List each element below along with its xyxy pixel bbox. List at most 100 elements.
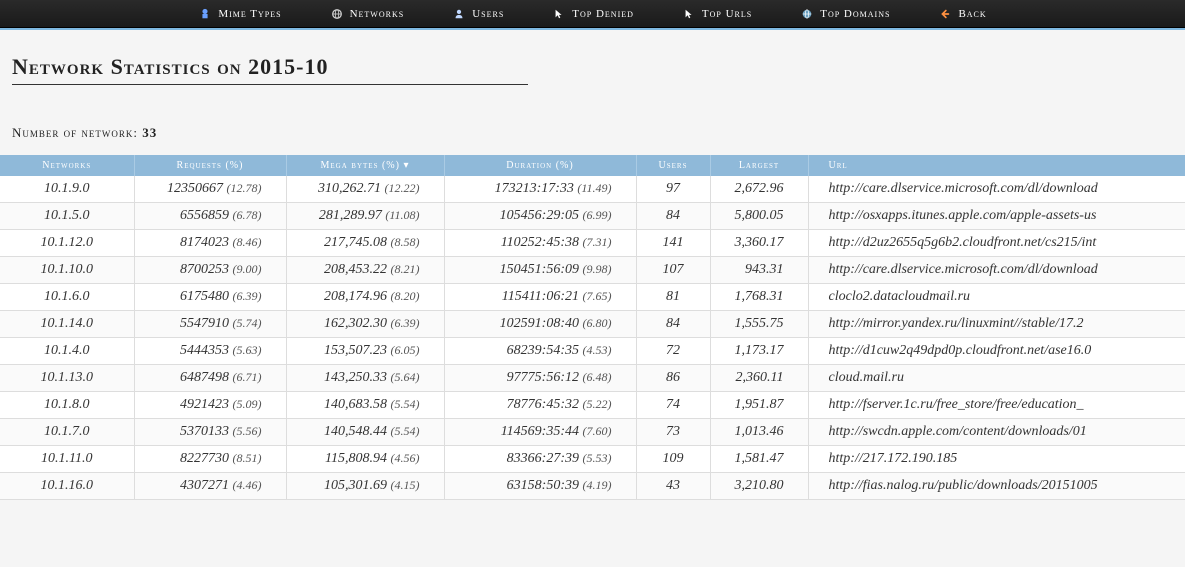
domain-icon <box>800 7 814 21</box>
table-header-row: Networks Requests (%) Mega bytes (%) ▾ D… <box>0 155 1185 176</box>
cell-megabytes: 143,250.33 (5.64) <box>286 365 444 392</box>
col-users[interactable]: Users <box>636 155 710 176</box>
cell-network[interactable]: 10.1.16.0 <box>0 473 134 500</box>
cell-duration: 68239:54:35 (4.53) <box>444 338 636 365</box>
cell-network[interactable]: 10.1.7.0 <box>0 419 134 446</box>
cell-url[interactable]: http://osxapps.itunes.apple.com/apple-as… <box>808 203 1185 230</box>
cell-largest: 1,951.87 <box>710 392 808 419</box>
table-row: 10.1.13.06487498 (6.71)143,250.33 (5.64)… <box>0 365 1185 392</box>
cell-requests: 4921423 (5.09) <box>134 392 286 419</box>
col-megabytes[interactable]: Mega bytes (%) ▾ <box>286 155 444 176</box>
cell-duration: 102591:08:40 (6.80) <box>444 311 636 338</box>
cell-megabytes: 208,174.96 (8.20) <box>286 284 444 311</box>
cell-url[interactable]: http://d2uz2655q5g6b2.cloudfront.net/cs2… <box>808 230 1185 257</box>
cell-network[interactable]: 10.1.4.0 <box>0 338 134 365</box>
cell-requests: 5444353 (5.63) <box>134 338 286 365</box>
cell-largest: 2,672.96 <box>710 176 808 203</box>
table-row: 10.1.7.05370133 (5.56)140,548.44 (5.54)1… <box>0 419 1185 446</box>
nav-top-urls[interactable]: Top Urls <box>682 7 752 21</box>
top-nav: Mime Types Networks Users Top Denied Top… <box>0 0 1185 28</box>
cell-requests: 4307271 (4.46) <box>134 473 286 500</box>
cell-url[interactable]: http://217.172.190.185 <box>808 446 1185 473</box>
table-row: 10.1.4.05444353 (5.63)153,507.23 (6.05)6… <box>0 338 1185 365</box>
col-duration[interactable]: Duration (%) <box>444 155 636 176</box>
network-icon <box>330 7 344 21</box>
table-row: 10.1.6.06175480 (6.39)208,174.96 (8.20)1… <box>0 284 1185 311</box>
table-row: 10.1.10.08700253 (9.00)208,453.22 (8.21)… <box>0 257 1185 284</box>
network-count: Number of network: 33 <box>12 125 1185 141</box>
cell-megabytes: 208,453.22 (8.21) <box>286 257 444 284</box>
cell-network[interactable]: 10.1.8.0 <box>0 392 134 419</box>
cell-url[interactable]: http://care.dlservice.microsoft.com/dl/d… <box>808 257 1185 284</box>
table-row: 10.1.8.04921423 (5.09)140,683.58 (5.54)7… <box>0 392 1185 419</box>
cell-megabytes: 140,548.44 (5.54) <box>286 419 444 446</box>
cell-requests: 8174023 (8.46) <box>134 230 286 257</box>
cell-users: 72 <box>636 338 710 365</box>
col-url[interactable]: Url <box>808 155 1185 176</box>
cell-url[interactable]: http://mirror.yandex.ru/linuxmint//stabl… <box>808 311 1185 338</box>
cell-requests: 5370133 (5.56) <box>134 419 286 446</box>
col-largest[interactable]: Largest <box>710 155 808 176</box>
cell-network[interactable]: 10.1.5.0 <box>0 203 134 230</box>
cell-requests: 12350667 (12.78) <box>134 176 286 203</box>
cell-largest: 1,581.47 <box>710 446 808 473</box>
table-row: 10.1.9.012350667 (12.78)310,262.71 (12.2… <box>0 176 1185 203</box>
cell-requests: 5547910 (5.74) <box>134 311 286 338</box>
cell-duration: 105456:29:05 (6.99) <box>444 203 636 230</box>
nav-label: Networks <box>350 8 405 20</box>
cell-url[interactable]: http://fias.nalog.ru/public/downloads/20… <box>808 473 1185 500</box>
table-row: 10.1.5.06556859 (6.78)281,289.97 (11.08)… <box>0 203 1185 230</box>
nav-label: Users <box>472 8 504 20</box>
col-networks[interactable]: Networks <box>0 155 134 176</box>
cell-url[interactable]: http://care.dlservice.microsoft.com/dl/d… <box>808 176 1185 203</box>
nav-top-domains[interactable]: Top Domains <box>800 7 890 21</box>
nav-top-denied[interactable]: Top Denied <box>552 7 634 21</box>
cursor-icon <box>682 7 696 21</box>
nav-networks[interactable]: Networks <box>330 7 405 21</box>
cell-megabytes: 105,301.69 (4.15) <box>286 473 444 500</box>
cell-users: 73 <box>636 419 710 446</box>
cell-largest: 3,360.17 <box>710 230 808 257</box>
cell-network[interactable]: 10.1.9.0 <box>0 176 134 203</box>
nav-label: Top Denied <box>572 8 634 20</box>
cell-url[interactable]: http://d1cuw2q49dpd0p.cloudfront.net/ase… <box>808 338 1185 365</box>
network-table: Networks Requests (%) Mega bytes (%) ▾ D… <box>0 155 1185 500</box>
col-requests[interactable]: Requests (%) <box>134 155 286 176</box>
cell-network[interactable]: 10.1.13.0 <box>0 365 134 392</box>
cell-network[interactable]: 10.1.14.0 <box>0 311 134 338</box>
cell-duration: 63158:50:39 (4.19) <box>444 473 636 500</box>
cell-network[interactable]: 10.1.10.0 <box>0 257 134 284</box>
cell-network[interactable]: 10.1.11.0 <box>0 446 134 473</box>
cell-users: 43 <box>636 473 710 500</box>
cell-megabytes: 310,262.71 (12.22) <box>286 176 444 203</box>
cell-megabytes: 115,808.94 (4.56) <box>286 446 444 473</box>
cell-url[interactable]: cloud.mail.ru <box>808 365 1185 392</box>
nav-label: Top Urls <box>702 8 752 20</box>
table-row: 10.1.14.05547910 (5.74)162,302.30 (6.39)… <box>0 311 1185 338</box>
nav-label: Mime Types <box>218 8 281 20</box>
table-row: 10.1.12.08174023 (8.46)217,745.08 (8.58)… <box>0 230 1185 257</box>
cell-users: 74 <box>636 392 710 419</box>
cell-duration: 97775:56:12 (6.48) <box>444 365 636 392</box>
cell-url[interactable]: http://swcdn.apple.com/content/downloads… <box>808 419 1185 446</box>
cell-url[interactable]: cloclo2.datacloudmail.ru <box>808 284 1185 311</box>
cell-requests: 6487498 (6.71) <box>134 365 286 392</box>
table-row: 10.1.11.08227730 (8.51)115,808.94 (4.56)… <box>0 446 1185 473</box>
cell-requests: 8700253 (9.00) <box>134 257 286 284</box>
nav-users[interactable]: Users <box>452 7 504 21</box>
cell-users: 109 <box>636 446 710 473</box>
cell-users: 97 <box>636 176 710 203</box>
cell-network[interactable]: 10.1.12.0 <box>0 230 134 257</box>
page-title: Network Statistics on 2015-10 <box>12 54 528 85</box>
cell-largest: 2,360.11 <box>710 365 808 392</box>
cell-url[interactable]: http://fserver.1c.ru/free_store/free/edu… <box>808 392 1185 419</box>
cell-largest: 943.31 <box>710 257 808 284</box>
user-icon <box>452 7 466 21</box>
cell-duration: 78776:45:32 (5.22) <box>444 392 636 419</box>
cell-requests: 6175480 (6.39) <box>134 284 286 311</box>
nav-back[interactable]: Back <box>938 7 986 21</box>
subtitle-label: Number of network: <box>12 125 138 140</box>
cursor-icon <box>552 7 566 21</box>
nav-mime-types[interactable]: Mime Types <box>198 7 281 21</box>
cell-network[interactable]: 10.1.6.0 <box>0 284 134 311</box>
